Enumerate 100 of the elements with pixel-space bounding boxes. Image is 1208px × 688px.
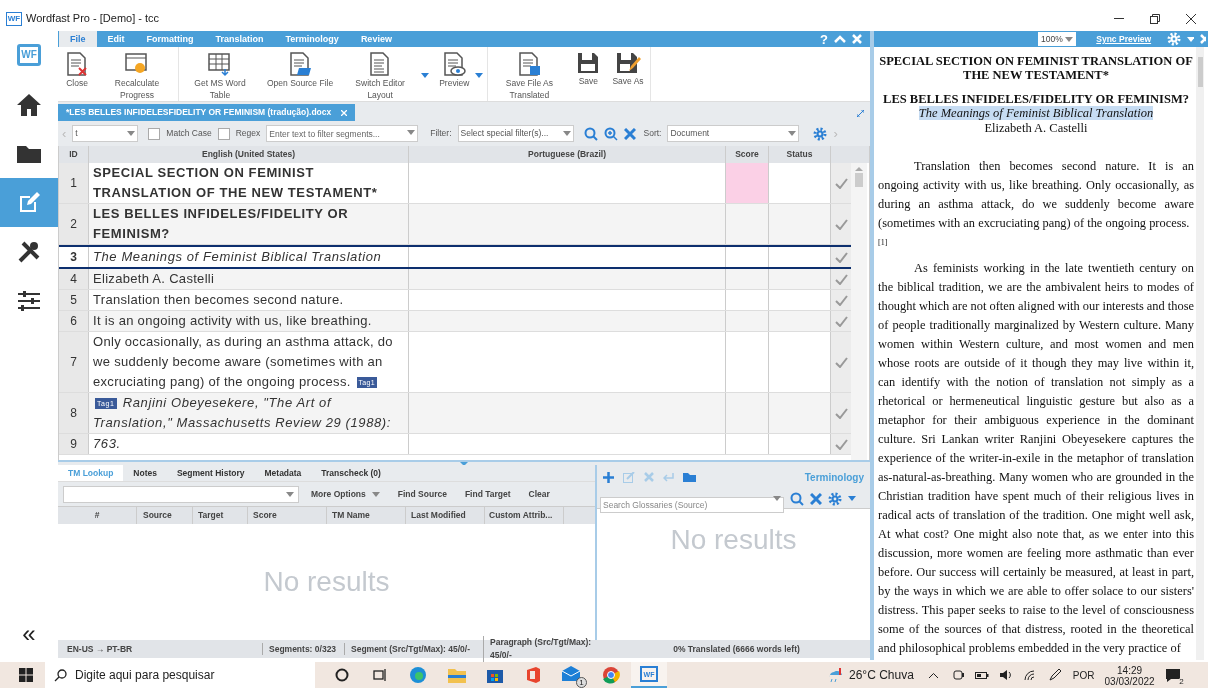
add-icon[interactable] [603,471,614,483]
home-icon[interactable] [16,92,42,117]
sliders-icon[interactable] [17,289,41,312]
caret-icon[interactable] [1065,36,1074,42]
battery-icon[interactable] [974,670,989,680]
column-header[interactable]: # [58,507,137,524]
volume-icon[interactable] [998,669,1013,681]
scrollbar-thumb[interactable] [855,173,863,187]
caret-icon[interactable] [788,131,797,136]
clear-icon[interactable] [623,127,636,140]
tools-icon[interactable] [17,239,41,264]
floppy-pencil-icon[interactable] [615,51,641,75]
column-header[interactable]: Custom Attrib... [485,507,564,524]
taskbar-search-field[interactable]: Digite aqui para pesquisar [45,662,315,688]
column-header[interactable]: TM Name [327,507,406,524]
target-cell[interactable] [409,204,726,244]
ribbon-button[interactable]: Save As [606,47,651,101]
weather-text[interactable]: 26°C Chuva [849,666,914,684]
windows-start-icon[interactable] [19,668,33,682]
collapse-button[interactable]: « [22,622,36,646]
scrollbar[interactable] [851,163,867,460]
mail-icon[interactable] [561,665,581,681]
weather-icon[interactable] [827,667,843,683]
caret-icon[interactable] [848,496,856,501]
settings-icon[interactable] [828,491,842,506]
edit-icon[interactable] [17,190,41,215]
ribbon-button[interactable]: Open Source File [261,47,340,101]
caret-icon[interactable] [371,491,380,497]
document-eye-icon[interactable] [441,51,468,77]
sort-select[interactable]: Document [667,125,800,142]
task-view-icon[interactable] [373,668,387,682]
caret-icon[interactable] [1187,36,1194,42]
ribbon-button[interactable]: Preview [433,47,489,101]
minimize-icon[interactable] [1114,17,1124,20]
scrollbar[interactable] [1196,47,1204,660]
settings-icon[interactable] [813,126,828,141]
special-filter-select[interactable]: Select special filter(s)... [457,125,574,142]
caret-icon[interactable] [407,130,416,135]
ribbon-button[interactable]: Close [58,47,96,101]
caret-icon[interactable] [562,131,571,136]
circle-icon[interactable] [335,668,349,682]
document-save-icon[interactable] [516,51,543,77]
ribbon-button[interactable]: Save [570,47,607,101]
caret-icon[interactable] [286,491,294,497]
ribbon-button[interactable]: Recalculate Progress [96,47,179,101]
toolbar-button[interactable]: Find Source [397,487,447,501]
search-combo[interactable]: t [72,125,139,142]
source-segment[interactable]: Elizabeth A. Castelli [89,269,409,289]
column-header[interactable]: Score [248,507,327,524]
panel-tab[interactable]: Transcheck (0) [311,465,391,481]
target-cell[interactable] [409,393,726,433]
target-cell[interactable] [409,269,726,289]
ribbon-button[interactable]: Switch Editor Layout [339,47,434,101]
close-icon[interactable] [1186,13,1196,24]
panel-tab[interactable]: Segment History [166,465,255,481]
target-cell[interactable] [409,311,726,331]
footnote-link[interactable]: [1] [878,233,1194,252]
ribbon-button[interactable]: Get MS Word Table [179,47,261,101]
caret-icon[interactable] [475,73,484,78]
document-close-icon[interactable] [64,51,90,77]
toolbar-button[interactable]: More Options [311,487,366,501]
ribbon-tab[interactable]: File [59,31,97,47]
pen-icon[interactable] [1047,668,1062,682]
checkbox-label[interactable]: Match Case [166,127,212,140]
zoom-in-icon[interactable] [603,126,618,141]
clock[interactable]: 14:29 03/03/2022 [1104,662,1155,688]
notification-icon[interactable] [1164,668,1181,682]
search-icon[interactable] [54,669,67,682]
wifi-icon[interactable] [1022,669,1036,681]
panel-tab[interactable]: Metadata [254,465,312,481]
browser-icon[interactable] [602,666,620,684]
document-folder-icon[interactable] [287,51,314,77]
restore-icon[interactable] [1150,13,1160,24]
chevron-up-icon[interactable] [927,671,939,679]
table-icon[interactable] [207,51,233,77]
source-segment[interactable]: It is an ongoing activity with us, like breathing. [89,311,409,331]
checkbox[interactable] [217,127,230,140]
clear-icon[interactable] [810,492,822,505]
caret-icon[interactable] [421,73,430,78]
panel-tab[interactable]: Notes [123,465,167,481]
office-icon[interactable] [525,666,541,684]
scroll-up-icon[interactable] [855,166,863,171]
scrollbar-thumb[interactable] [1197,57,1203,87]
language-indicator[interactable]: POR [1072,667,1095,683]
ribbon-button[interactable]: Save File As Translated [488,47,571,101]
expand-icon[interactable] [857,110,864,117]
caret-icon[interactable] [127,131,136,136]
collapse-ribbon-icon[interactable] [834,35,846,43]
checkbox-label[interactable]: Regex [235,127,261,140]
meet-icon[interactable] [952,669,965,681]
column-header[interactable]: Last Modified [406,507,485,524]
source-segment[interactable]: LES BELLES INFIDELES/FIDELITY OR FEMINISM? [89,204,409,244]
checkbox[interactable] [148,127,161,140]
caret-icon[interactable] [773,495,781,501]
zoom-select[interactable]: 100% [1038,32,1077,46]
glossary-search-field[interactable]: Search Glossaries (Source) [600,496,784,513]
column-header[interactable]: Source [137,507,193,524]
browser-icon[interactable] [409,666,427,684]
toolbar-button[interactable]: Find Target [464,487,511,501]
column-header[interactable]: Target [193,507,248,524]
